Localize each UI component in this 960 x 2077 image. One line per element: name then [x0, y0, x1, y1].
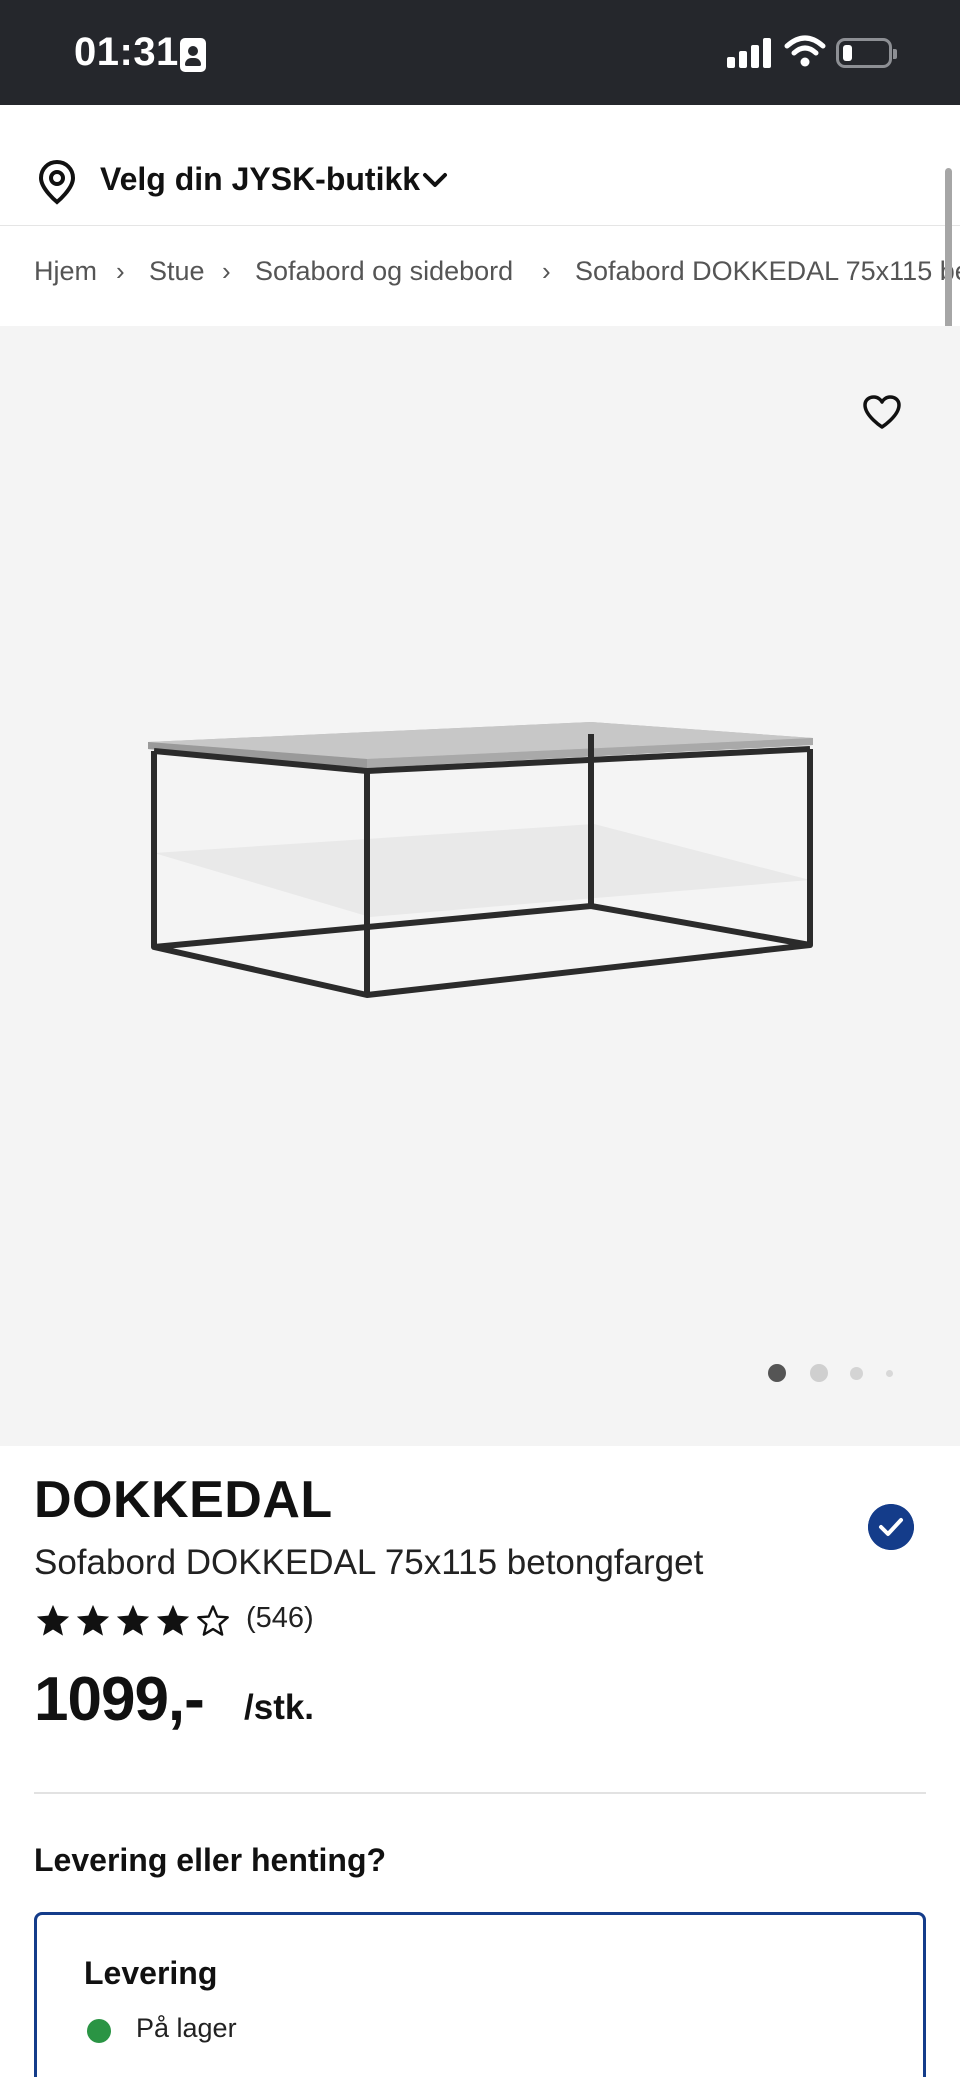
- store-selector-label: Velg din JYSK-butikk: [100, 161, 421, 197]
- product-brand: DOKKEDAL: [34, 1471, 333, 1529]
- delivery-option-title: Levering: [84, 1955, 218, 1991]
- divider: [34, 1792, 926, 1794]
- contact-card-icon: [180, 38, 206, 72]
- price-unit: /stk.: [244, 1688, 315, 1727]
- chevron-right-icon: ›: [222, 256, 231, 286]
- stock-status: På lager: [136, 2013, 237, 2043]
- star-filled-icon: [76, 1604, 110, 1636]
- star-empty-icon: [197, 1605, 229, 1636]
- rating-stars[interactable]: [34, 1602, 234, 1642]
- product-name: Sofabord DOKKEDAL 75x115 betongfarget: [34, 1543, 704, 1582]
- breadcrumb-item-home[interactable]: Hjem: [34, 256, 97, 287]
- delivery-heading: Levering eller henting?: [34, 1842, 387, 1878]
- status-bar: 01:31: [0, 0, 960, 105]
- carousel-dot[interactable]: [810, 1364, 828, 1382]
- carousel-dot[interactable]: [886, 1370, 893, 1377]
- in-stock-indicator-icon: [87, 2019, 111, 2043]
- location-pin-icon: [38, 159, 76, 205]
- store-selector[interactable]: Velg din JYSK-butikk: [0, 105, 960, 226]
- breadcrumb: Hjem › Stue › Sofabord og sidebord › Sof…: [0, 226, 960, 326]
- status-time: 01:31: [74, 30, 179, 74]
- breadcrumb-item-stue[interactable]: Stue: [149, 256, 205, 287]
- delivery-option-card[interactable]: Levering På lager: [34, 1912, 926, 2077]
- star-filled-icon: [116, 1604, 150, 1636]
- chevron-right-icon: ›: [116, 256, 125, 286]
- carousel-indicator[interactable]: [768, 1362, 898, 1384]
- product-price: 1099,-: [34, 1665, 205, 1734]
- product-gallery[interactable]: [0, 326, 960, 1446]
- checkmark-icon: [868, 1504, 914, 1550]
- coffee-table-image: [148, 722, 813, 998]
- battery-icon: [836, 38, 897, 68]
- chevron-down-icon: [423, 173, 447, 187]
- chevron-right-icon: ›: [542, 256, 551, 286]
- signal-icon: [727, 38, 773, 68]
- star-filled-icon: [156, 1604, 190, 1636]
- star-filled-icon: [36, 1604, 70, 1636]
- wifi-icon: [784, 35, 826, 67]
- breadcrumb-item-current: Sofabord DOKKEDAL 75x115 betongfarget: [575, 256, 960, 286]
- carousel-dot[interactable]: [850, 1367, 863, 1380]
- breadcrumb-item-sofabord[interactable]: Sofabord og sidebord: [255, 256, 513, 287]
- carousel-dot[interactable]: [768, 1364, 786, 1382]
- review-count[interactable]: (546): [246, 1602, 314, 1635]
- heart-icon[interactable]: [862, 394, 902, 430]
